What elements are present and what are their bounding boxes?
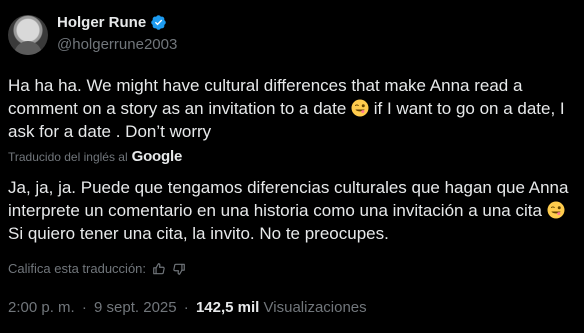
post-date[interactable]: 9 sept. 2025 [94,299,177,316]
tweet-text: Ha ha ha. We might have cultural differe… [8,74,574,143]
meta-separator: · [183,299,189,316]
translation-text-part-2: Si quiero tener una cita, la invito. No … [8,224,389,243]
views-label: Visualizaciones [263,299,367,316]
translation-attribution: Traducido del inglés al Google [8,148,182,165]
author-handle[interactable]: @holgerrune2003 [57,36,177,53]
translation-text: Ja, ja, ja. Puede que tengamos diferenci… [8,176,574,245]
meta-separator: · [81,299,87,316]
google-logo: Google [131,148,183,165]
rate-translation-row: Califica esta traducción: [8,261,186,276]
winking-face-with-tongue-emoji-icon [351,99,369,117]
translated-by-label: Traducido del inglés al [8,149,128,164]
post-meta: 2:00 p. m. · 9 sept. 2025 · 142,5 mil Vi… [8,299,367,316]
author-name-row: Holger Rune [57,14,167,31]
author-display-name[interactable]: Holger Rune [57,14,146,31]
post: Holger Rune @holgerrune2003 Ha ha ha. We… [0,0,584,333]
thumbs-down-icon[interactable] [172,262,186,276]
author-avatar[interactable] [8,15,48,55]
views-count: 142,5 mil [195,299,260,316]
translation-text-part-1: Ja, ja, ja. Puede que tengamos diferenci… [8,178,569,220]
avatar-photo [14,41,42,55]
verified-badge-icon[interactable] [150,14,167,31]
post-time[interactable]: 2:00 p. m. [8,299,75,316]
rate-translation-label: Califica esta traducción: [8,261,147,276]
winking-face-with-tongue-emoji-icon [547,201,565,219]
thumbs-up-icon[interactable] [152,262,166,276]
